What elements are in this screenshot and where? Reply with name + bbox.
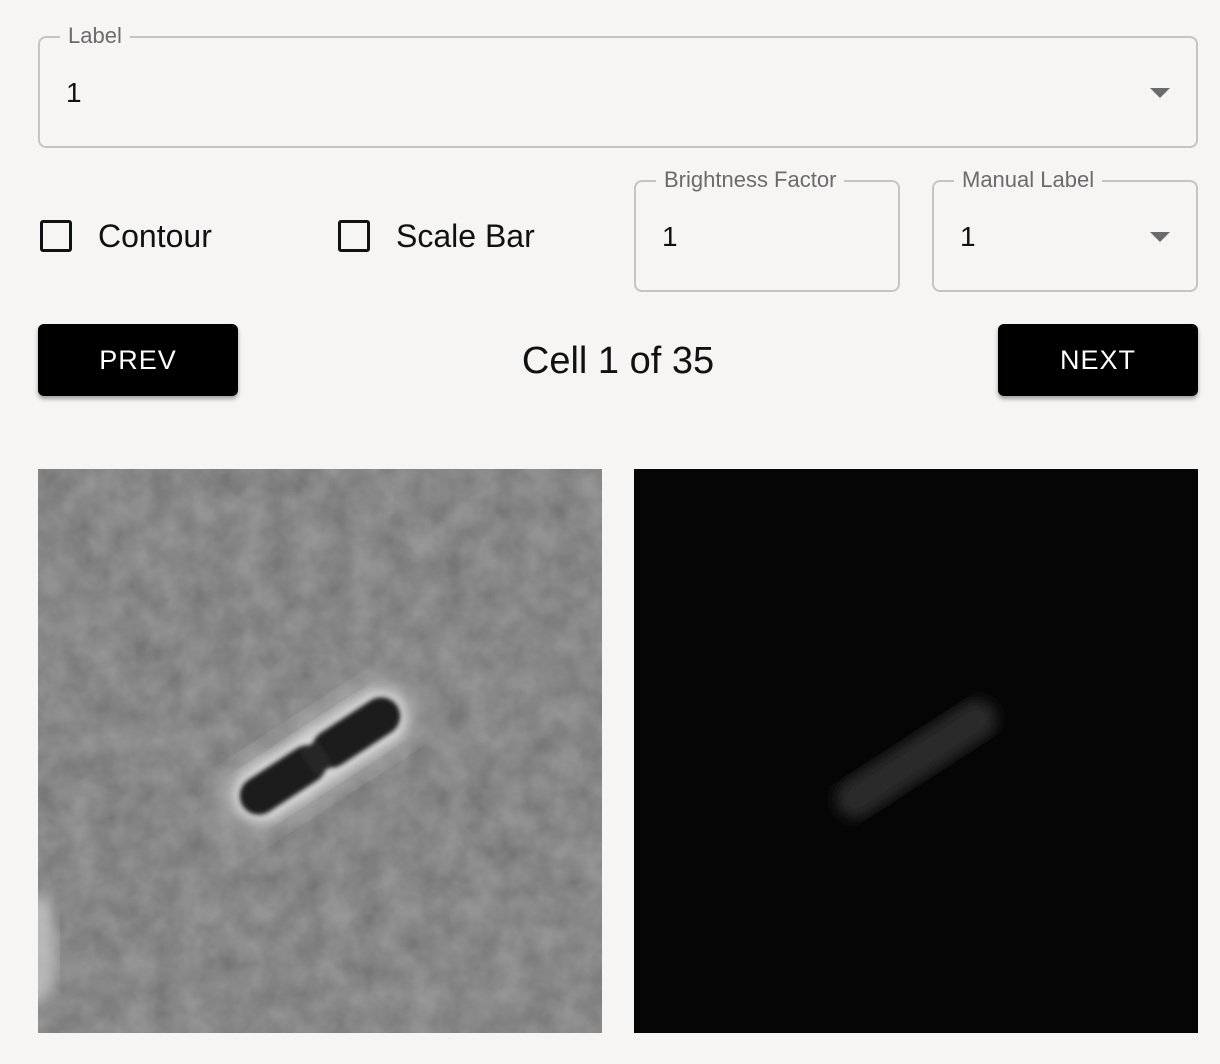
manual-label-select[interactable]: Manual Label 1: [932, 166, 1198, 292]
contour-checkbox-label: Contour: [98, 218, 212, 254]
contour-checkbox-box[interactable]: [40, 220, 72, 252]
scale-bar-checkbox-box[interactable]: [338, 220, 370, 252]
scale-bar-checkbox-label: Scale Bar: [396, 218, 535, 254]
label-select[interactable]: Label 1: [38, 22, 1198, 148]
chevron-down-icon[interactable]: [1150, 232, 1170, 242]
scale-bar-checkbox[interactable]: Scale Bar: [338, 216, 535, 256]
next-button[interactable]: NEXT: [998, 324, 1198, 396]
prev-button[interactable]: PREV: [38, 324, 238, 396]
phase-contrast-image: [38, 469, 602, 1033]
brightness-factor-label: Brightness Factor: [656, 166, 845, 194]
fluorescence-image: [634, 469, 1198, 1033]
brightness-factor-value: 1: [662, 221, 678, 252]
contour-checkbox[interactable]: Contour: [40, 216, 212, 256]
chevron-down-icon[interactable]: [1150, 88, 1170, 98]
manual-label-value: 1: [960, 221, 976, 252]
manual-label-label: Manual Label: [954, 166, 1103, 194]
cell-counter: Cell 1 of 35: [521, 340, 715, 382]
label-select-value: 1: [66, 77, 82, 108]
brightness-factor-input[interactable]: Brightness Factor 1: [634, 166, 900, 292]
label-select-label: Label: [60, 22, 130, 50]
